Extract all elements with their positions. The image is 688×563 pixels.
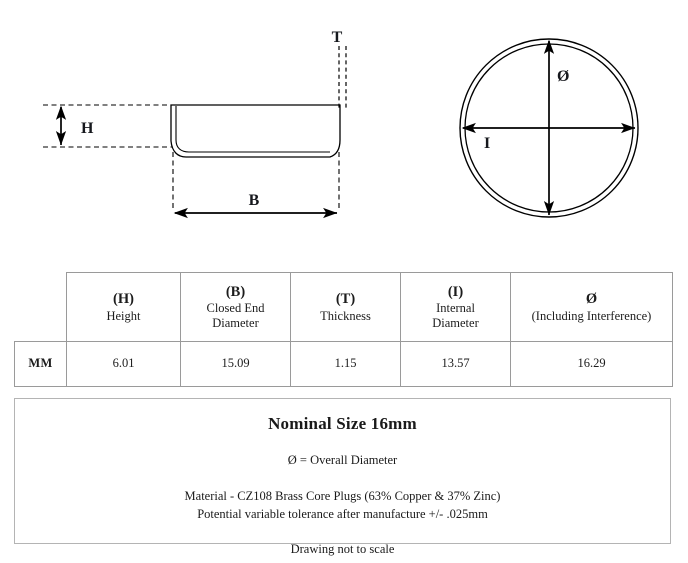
table-header-h-code: (H) [113,291,134,308]
table-header-diameter-desc1: (Including Interference) [531,308,652,323]
note-material-line2: Potential variable tolerance after manuf… [197,506,488,521]
table-cell-t-value: 1.15 [290,341,401,387]
table-header-b-desc2: Diameter [212,316,259,331]
drawing-canvas: H T B Ø I [43,29,639,219]
table-header-i-code: (I) [447,283,464,300]
dimension-label-i: I [484,135,490,152]
table-row-label-mm: MM [14,341,67,387]
table-cell-b-value: 15.09 [180,341,291,387]
table-header-b: (B) Closed End Diameter [180,272,291,342]
table-row: MM 6.01 15.09 1.15 13.57 16.29 [14,341,673,387]
table-header-diameter-code: Ø [585,291,598,308]
note-scale-disclaimer: Drawing not to scale [290,542,395,557]
table-header-b-code: (B) [225,283,246,300]
table-cell-h-value: 6.01 [66,341,181,387]
notes-panel: Nominal Size 16mm Ø = Overall Diameter M… [14,398,671,556]
specification-table-wrapper: (H) Height (B) Closed End Diameter (T) T… [14,272,674,387]
table-header-i-desc2: Diameter [432,316,479,331]
technical-drawing-area: H T B Ø I [0,0,688,255]
table-corner-blank [15,273,67,342]
table-header-h: (H) Height [66,272,181,342]
table-header-t-code: (T) [335,291,356,308]
table-cell-i-value: 13.57 [400,341,511,387]
table-header-b-desc1: Closed End [206,301,265,316]
notes-title: Nominal Size 16mm [268,414,417,433]
table-header-diameter: Ø (Including Interference) [510,272,673,342]
table-header-h-desc1: Height [106,308,141,323]
dimension-label-diameter: Ø [557,68,569,85]
note-material-line1: Material - CZ108 Brass Core Plugs (63% C… [184,488,501,503]
dimension-label-b: B [249,192,260,209]
plug-outer-profile [170,104,341,158]
note-material-block: Material - CZ108 Brass Core Plugs (63% C… [15,488,670,524]
note-symbol-definition: Ø = Overall Diameter [287,453,398,467]
dimension-label-t: T [332,29,343,46]
table-header-i: (I) Internal Diameter [400,272,511,342]
table-header-t: (T) Thickness [290,272,401,342]
table-cell-diameter-value: 16.29 [510,341,673,387]
table-header-t-desc1: Thickness [320,308,371,323]
table-header-i-desc1: Internal [436,301,475,316]
front-view-group: Ø I [459,38,639,218]
table-header-row: (H) Height (B) Closed End Diameter (T) T… [15,272,673,342]
dimension-label-h: H [81,120,94,137]
specification-table: (H) Height (B) Closed End Diameter (T) T… [14,272,673,387]
side-view-group: H T B [43,29,347,219]
